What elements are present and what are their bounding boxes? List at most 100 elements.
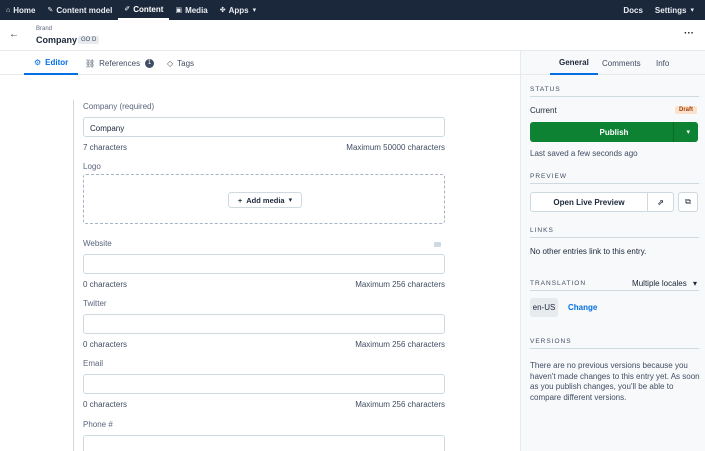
tab-references-label: References <box>99 58 141 68</box>
copy-icon[interactable]: ⧉ <box>678 192 698 212</box>
nav-home-label: Home <box>13 5 36 15</box>
add-media-button[interactable]: + Add media ▾ <box>228 192 302 208</box>
nav-media[interactable]: ▣ Media <box>169 0 213 20</box>
puzzle-icon: ✤ <box>219 7 226 14</box>
sidebar-tab-general[interactable]: General <box>550 51 598 75</box>
nav-settings[interactable]: Settings ▾ <box>649 0 705 20</box>
top-nav: ⌂ Home ✎ Content model ✐ Content ▣ Media… <box>0 0 705 20</box>
versions-heading: VERSIONS <box>530 338 699 349</box>
email-label: Email <box>83 359 104 368</box>
preview-heading: PREVIEW <box>530 173 699 184</box>
email-char-count: 0 characters <box>83 400 128 409</box>
sidebar-tab-info[interactable]: Info <box>656 51 669 75</box>
references-icon: ⛓ <box>85 58 96 68</box>
home-icon: ⌂ <box>6 6 11 14</box>
status-heading: STATUS <box>530 86 699 97</box>
chevron-down-icon: ▾ <box>288 197 293 204</box>
nav-home[interactable]: ⌂ Home <box>0 0 41 20</box>
chevron-down-icon: ▾ <box>252 7 257 14</box>
references-count-badge: 1 <box>145 58 155 68</box>
image-icon: ▣ <box>175 7 183 14</box>
logo-label: Logo <box>83 162 101 171</box>
website-meta: 0 characters Maximum 256 characters <box>83 280 445 289</box>
field-logo: Logo + Add media ▾ <box>83 162 445 224</box>
add-media-label: Add media <box>246 195 285 205</box>
external-link-icon[interactable]: ⇗ <box>647 193 673 211</box>
publish-divider <box>673 122 674 142</box>
tab-editor[interactable]: ⚙ Editor <box>24 51 79 75</box>
sidebar-tabs: General Comments Info <box>521 51 705 75</box>
twitter-char-max: Maximum 256 characters <box>355 340 445 349</box>
open-live-preview-label: Open Live Preview <box>553 197 625 207</box>
entry-title: Company <box>36 35 78 45</box>
phone-label: Phone # <box>83 420 113 429</box>
locales-select-label: Multiple locales <box>632 279 687 288</box>
sidebar-tab-info-label: Info <box>656 58 670 68</box>
logo-dropzone[interactable]: + Add media ▾ <box>83 174 445 224</box>
company-meta: 7 characters Maximum 50000 characters <box>83 143 445 152</box>
company-char-count: 7 characters <box>83 143 128 152</box>
tab-editor-label: Editor <box>45 57 69 67</box>
nav-content-model-label: Content model <box>56 5 113 15</box>
chevron-down-icon[interactable]: ▾ <box>686 128 690 136</box>
website-input[interactable] <box>83 254 445 274</box>
tab-references[interactable]: ⛓ References 1 <box>85 51 155 75</box>
publish-button[interactable]: Publish ▾ <box>530 122 698 142</box>
company-label: Company (required) <box>83 102 155 111</box>
entry-badge: GO D <box>78 36 100 44</box>
website-char-count: 0 characters <box>83 280 128 289</box>
nav-settings-label: Settings <box>654 5 687 15</box>
nav-content-label: Content <box>133 4 164 14</box>
field-twitter: Twitter 0 characters Maximum 256 charact… <box>83 299 445 349</box>
entry-sidebar: General Comments Info STATUS Current Dra… <box>520 51 705 451</box>
publish-label: Publish <box>599 127 629 137</box>
locales-select[interactable]: Multiple locales ▾ <box>632 279 697 288</box>
nav-content-model[interactable]: ✎ Content model <box>41 0 118 20</box>
chevron-down-icon: ▾ <box>690 7 694 14</box>
tab-tags[interactable]: ◇ Tags <box>167 51 194 75</box>
sidebar-tab-general-label: General <box>559 57 589 67</box>
twitter-input[interactable] <box>83 314 445 334</box>
fields-divider <box>73 100 74 451</box>
versions-text: There are no previous versions because y… <box>530 361 700 402</box>
plus-icon: + <box>237 195 243 205</box>
field-help-icon[interactable] <box>434 242 441 247</box>
status-badge: Draft <box>674 106 697 114</box>
nav-media-label: Media <box>185 5 208 15</box>
nav-docs[interactable]: Docs <box>617 0 649 20</box>
sidebar-tab-comments[interactable]: Comments <box>602 51 641 75</box>
email-meta: 0 characters Maximum 256 characters <box>83 400 445 409</box>
locale-pill: en-US <box>530 298 558 317</box>
twitter-meta: 0 characters Maximum 256 characters <box>83 340 445 349</box>
back-arrow-icon[interactable]: ← <box>9 29 19 40</box>
company-char-max: Maximum 50000 characters <box>346 143 445 152</box>
chevron-down-icon: ▾ <box>692 279 697 288</box>
company-input[interactable]: Company <box>83 117 445 137</box>
tab-tags-label: Tags <box>177 58 195 68</box>
website-char-max: Maximum 256 characters <box>355 280 445 289</box>
twitter-label: Twitter <box>83 299 107 308</box>
field-company: Company (required) Company 7 characters … <box>83 102 445 152</box>
nav-content[interactable]: ✐ Content <box>118 0 170 20</box>
email-input[interactable] <box>83 374 445 394</box>
more-options-icon[interactable]: ··· <box>684 28 694 39</box>
field-email: Email 0 characters Maximum 256 character… <box>83 359 445 409</box>
editor-icon: ⚙ <box>34 57 42 67</box>
nav-apps[interactable]: ✤ Apps ▾ <box>214 0 265 20</box>
nav-right: Docs Settings ▾ <box>617 0 705 20</box>
pen-icon: ✐ <box>124 6 131 13</box>
field-phone: Phone # <box>83 420 445 451</box>
field-website: Website 0 characters Maximum 256 charact… <box>83 239 445 289</box>
change-locale-link[interactable]: Change <box>568 303 597 312</box>
editor-pane: Company (required) Company 7 characters … <box>0 75 520 451</box>
links-heading: LINKS <box>530 227 699 238</box>
nav-apps-label: Apps <box>228 5 249 15</box>
open-live-preview-button[interactable]: Open Live Preview ⇗ <box>530 192 674 212</box>
sidebar-tab-comments-label: Comments <box>602 58 641 68</box>
nav-docs-label: Docs <box>623 5 643 15</box>
website-label: Website <box>83 239 112 248</box>
phone-input[interactable] <box>83 435 445 451</box>
entry-content-type: Brand <box>36 26 53 32</box>
email-char-max: Maximum 256 characters <box>355 400 445 409</box>
entry-header: ← Brand Company GO D ··· <box>0 20 705 51</box>
